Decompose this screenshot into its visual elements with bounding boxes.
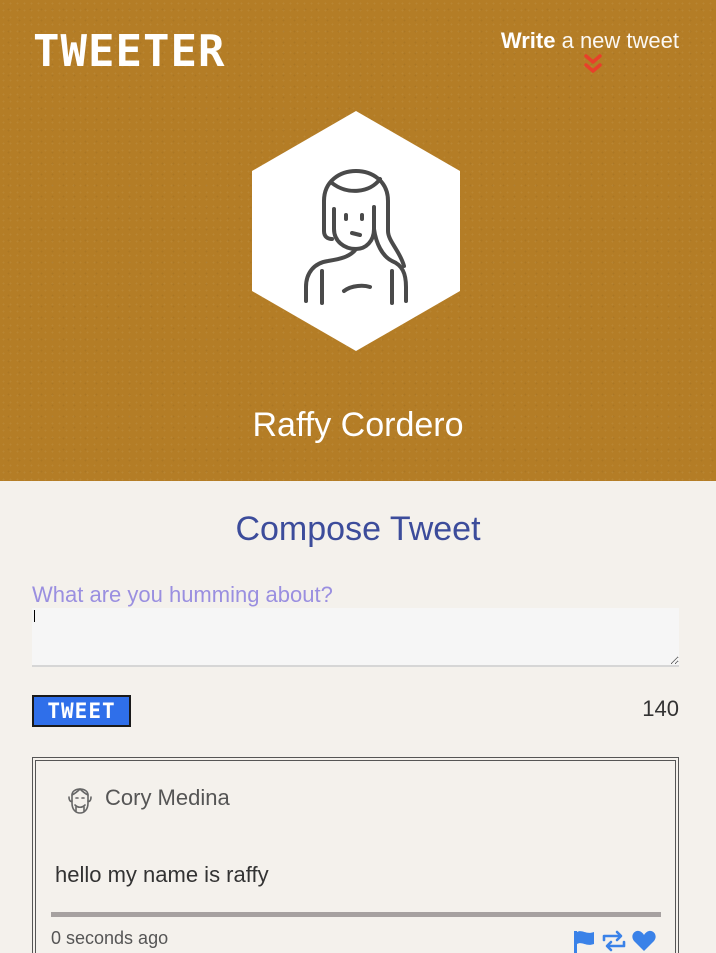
profile-user-name: Raffy Cordero xyxy=(252,406,464,444)
tweet-button[interactable]: TWEET xyxy=(32,695,131,727)
write-link-strong: Write xyxy=(500,28,556,53)
compose-prompt-label: What are you humming about? xyxy=(32,582,333,607)
app-logo[interactable]: TWEETER xyxy=(33,30,225,74)
tweet-author-name: Cory Medina xyxy=(105,785,230,810)
tweet-timestamp: 0 seconds ago xyxy=(51,928,169,948)
profile-avatar xyxy=(252,111,460,351)
flag-icon[interactable] xyxy=(571,928,597,953)
heart-icon[interactable] xyxy=(631,928,657,953)
compose-title: Compose Tweet xyxy=(235,510,481,548)
character-counter: 140 xyxy=(642,696,679,721)
write-link-rest: a new tweet xyxy=(555,28,679,53)
text-caret xyxy=(34,610,35,622)
chevron-down-icon[interactable] xyxy=(582,54,604,76)
tweet-input[interactable] xyxy=(32,608,679,667)
tweet-actions xyxy=(571,928,657,953)
write-new-tweet-link[interactable]: Write a new tweet xyxy=(501,28,679,54)
retweet-icon[interactable] xyxy=(601,928,627,953)
avatar-icon xyxy=(68,788,92,814)
tweet-text: hello my name is raffy xyxy=(55,862,269,887)
tweet-divider xyxy=(51,912,661,917)
